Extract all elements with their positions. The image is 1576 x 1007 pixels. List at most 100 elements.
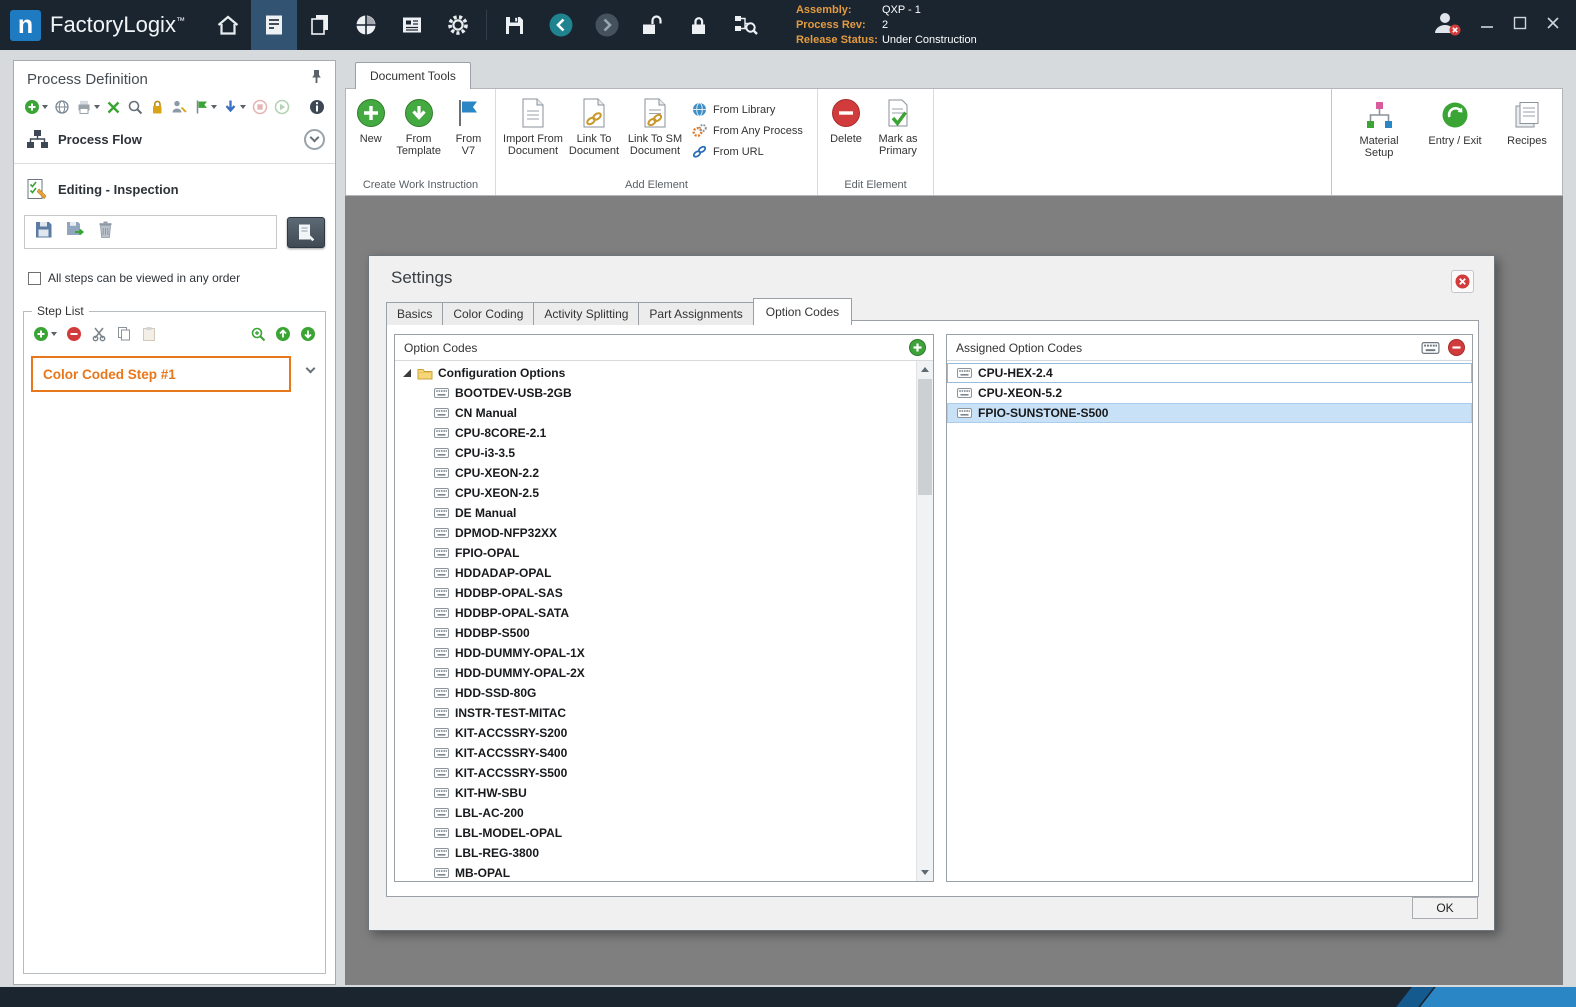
print-button[interactable] (75, 97, 101, 117)
ok-button[interactable]: OK (1412, 897, 1478, 919)
option-code-item[interactable]: LBL-MODEL-OPAL (395, 823, 916, 843)
minimize-button[interactable] (1480, 16, 1494, 35)
delete-element-button[interactable]: Delete (824, 95, 868, 145)
option-code-item[interactable]: HDDBP-OPAL-SAS (395, 583, 916, 603)
process-flow-row[interactable]: Process Flow (26, 125, 325, 153)
assigned-option-row[interactable]: CPU-XEON-5.2 (947, 383, 1472, 403)
stop-button[interactable] (251, 97, 269, 117)
remove-assigned-button[interactable] (1446, 338, 1466, 358)
close-button[interactable] (1546, 16, 1560, 35)
add-step-button[interactable] (32, 324, 58, 344)
recipes-button[interactable]: Recipes (1502, 97, 1552, 147)
new-button[interactable]: New (352, 95, 389, 145)
paste-step-button[interactable] (140, 324, 158, 344)
option-code-item[interactable]: FPIO-OPAL (395, 543, 916, 563)
option-code-item[interactable]: DE Manual (395, 503, 916, 523)
option-code-item[interactable]: CPU-i3-3.5 (395, 443, 916, 463)
keyboard-entry-button[interactable] (1420, 338, 1440, 358)
option-code-item[interactable]: HDDADAP-OPAL (395, 563, 916, 583)
option-code-item[interactable]: CPU-8CORE-2.1 (395, 423, 916, 443)
option-code-item[interactable]: HDD-DUMMY-OPAL-1X (395, 643, 916, 663)
assigned-option-row[interactable]: CPU-HEX-2.4 (947, 363, 1472, 383)
web-button[interactable] (53, 97, 71, 117)
tab-document-tools[interactable]: Document Tools (355, 62, 471, 89)
delete-step-button[interactable] (97, 220, 114, 244)
forward-button[interactable] (584, 0, 630, 50)
add-process-button[interactable] (23, 97, 49, 117)
from-url-button[interactable]: From URL (688, 141, 807, 162)
settings-tab[interactable]: Option Codes (752, 298, 853, 325)
move-step-up-button[interactable] (274, 324, 292, 344)
save-step-button[interactable] (34, 220, 53, 244)
settings-button[interactable] (435, 0, 481, 50)
option-code-item[interactable]: BOOTDEV-USB-2GB (395, 383, 916, 403)
process-search-button[interactable] (722, 0, 768, 50)
option-code-item[interactable]: HDDBP-S500 (395, 623, 916, 643)
flag-button[interactable] (193, 97, 218, 117)
option-code-item[interactable]: CPU-XEON-2.2 (395, 463, 916, 483)
info-button[interactable] (308, 97, 326, 117)
option-code-item[interactable]: KIT-ACCSSRY-S500 (395, 763, 916, 783)
resume-button[interactable] (273, 97, 291, 117)
editing-inspection-row[interactable]: Editing - Inspection (26, 175, 325, 203)
scrollbar[interactable] (916, 361, 933, 881)
entry-exit-button[interactable]: Entry / Exit (1424, 97, 1486, 147)
scroll-up-button[interactable] (917, 361, 933, 378)
option-code-item[interactable]: HDD-DUMMY-OPAL-2X (395, 663, 916, 683)
lock-process-button[interactable] (148, 97, 166, 117)
link-to-sm-document-button[interactable]: Link To SM Document (624, 95, 686, 157)
option-code-item[interactable]: INSTR-TEST-MITAC (395, 703, 916, 723)
documents-button[interactable] (297, 0, 343, 50)
production-button[interactable] (343, 0, 389, 50)
edit-work-instruction-button[interactable] (287, 216, 325, 248)
save-button[interactable] (492, 0, 538, 50)
unlock-button[interactable] (630, 0, 676, 50)
step-chevron-down-icon[interactable] (305, 363, 316, 374)
collapse-flow-button[interactable] (304, 128, 325, 150)
user-permissions-button[interactable] (170, 97, 189, 117)
dialog-close-button[interactable] (1451, 270, 1474, 293)
option-code-item[interactable]: DPMOD-NFP32XX (395, 523, 916, 543)
from-library-button[interactable]: From Library (688, 99, 807, 120)
tree-root-configuration-options[interactable]: Configuration Options (395, 363, 916, 383)
cut-process-button[interactable] (105, 97, 122, 117)
copy-step-button[interactable] (115, 324, 133, 344)
expander-expanded-icon[interactable] (402, 368, 412, 378)
from-any-process-button[interactable]: From Any Process (688, 120, 807, 141)
settings-tab[interactable]: Basics (386, 302, 444, 325)
option-code-item[interactable]: KIT-ACCSSRY-S400 (395, 743, 916, 763)
cut-step-button[interactable] (90, 324, 108, 344)
assigned-option-row[interactable]: FPIO-SUNSTONE-S500 (947, 403, 1472, 423)
pin-button[interactable] (310, 69, 323, 89)
import-step-button[interactable] (65, 220, 85, 244)
option-code-item[interactable]: KIT-HW-SBU (395, 783, 916, 803)
step-item[interactable]: Color Coded Step #1 (31, 356, 291, 392)
material-setup-button[interactable]: Material Setup (1350, 97, 1408, 159)
option-code-item[interactable]: CPU-XEON-2.5 (395, 483, 916, 503)
news-button[interactable] (389, 0, 435, 50)
import-from-document-button[interactable]: Import From Document (502, 95, 564, 157)
option-code-item[interactable]: HDDBP-OPAL-SATA (395, 603, 916, 623)
home-button[interactable] (205, 0, 251, 50)
settings-tab[interactable]: Activity Splitting (533, 302, 640, 325)
option-code-item[interactable]: MB-OPAL (395, 863, 916, 881)
user-logout-button[interactable] (1431, 9, 1461, 42)
add-option-code-button[interactable] (907, 338, 927, 358)
work-instructions-button[interactable] (250, 0, 297, 50)
settings-tab[interactable]: Color Coding (442, 302, 535, 325)
remove-step-button[interactable] (65, 324, 83, 344)
back-button[interactable] (538, 0, 584, 50)
any-order-checkbox[interactable] (28, 271, 41, 285)
option-code-item[interactable]: LBL-AC-200 (395, 803, 916, 823)
settings-tab[interactable]: Part Assignments (638, 302, 754, 325)
move-step-down-button[interactable] (299, 324, 317, 344)
from-v7-button[interactable]: From V7 (448, 95, 489, 157)
find-button[interactable] (126, 97, 144, 117)
link-to-document-button[interactable]: Link To Document (566, 95, 622, 157)
from-template-button[interactable]: From Template (391, 95, 445, 157)
mark-as-primary-button[interactable]: Mark as Primary (870, 95, 926, 157)
option-code-item[interactable]: KIT-ACCSSRY-S200 (395, 723, 916, 743)
find-step-button[interactable] (249, 324, 267, 344)
maximize-button[interactable] (1513, 16, 1527, 35)
option-code-item[interactable]: CN Manual (395, 403, 916, 423)
